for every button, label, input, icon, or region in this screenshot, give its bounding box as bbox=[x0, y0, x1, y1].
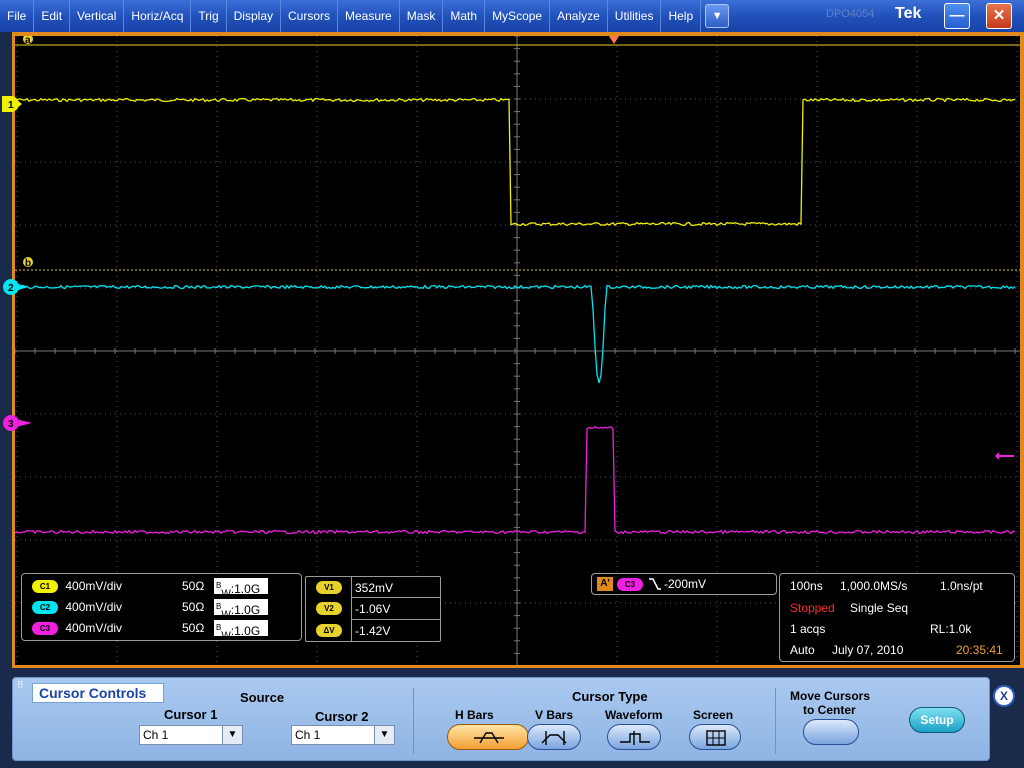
delta-v-value: -1.42V bbox=[355, 624, 391, 638]
v1-value: 352mV bbox=[355, 581, 394, 595]
menu-cursors[interactable]: Cursors bbox=[281, 0, 339, 32]
waveform-display[interactable]: a b bbox=[15, 36, 1020, 665]
h-bars-label: H Bars bbox=[455, 708, 494, 722]
model-label: DPO4054 bbox=[826, 8, 875, 20]
v-bars-icon bbox=[541, 731, 567, 745]
ch3-waveform bbox=[15, 426, 1016, 535]
waveform-cursor-button[interactable] bbox=[607, 724, 661, 750]
ch3-badge[interactable]: C3 bbox=[32, 622, 58, 636]
falling-edge-icon bbox=[649, 578, 661, 590]
menu-utilities[interactable]: Utilities bbox=[608, 0, 662, 32]
v-bars-button[interactable] bbox=[527, 724, 581, 750]
ch2-scale: 400mV/div bbox=[65, 600, 123, 614]
menu-horiz-acq[interactable]: Horiz/Acq bbox=[124, 0, 192, 32]
menu-display[interactable]: Display bbox=[227, 0, 281, 32]
v2-badge: V2 bbox=[316, 602, 342, 615]
v2-value: -1.06V bbox=[355, 602, 391, 616]
to-center-label: to Center bbox=[803, 703, 856, 717]
menu-math[interactable]: Math bbox=[443, 0, 486, 32]
screen-label: Screen bbox=[693, 708, 734, 722]
screen-grid-icon bbox=[706, 730, 726, 746]
ch3-scale: 400mV/div bbox=[65, 621, 123, 635]
menu-vertical[interactable]: Vertical bbox=[70, 0, 125, 32]
trigger-source-badge: C3 bbox=[617, 578, 643, 591]
channel-markers: 1 2 3 bbox=[2, 96, 32, 431]
minimize-icon[interactable]: — bbox=[944, 3, 970, 29]
svg-text:3: 3 bbox=[8, 419, 14, 430]
acquisition-date: July 07, 2010 bbox=[832, 643, 904, 657]
trigger-level: -200mV bbox=[664, 577, 707, 591]
chevron-down-icon: ▼ bbox=[374, 726, 394, 744]
menu-analyze[interactable]: Analyze bbox=[550, 0, 608, 32]
ch1-termination: 50Ω bbox=[182, 579, 205, 593]
ch1-badge[interactable]: C1 bbox=[32, 580, 58, 594]
graticule: a b bbox=[15, 36, 1020, 665]
trigger-level-marker bbox=[995, 452, 1014, 460]
close-icon[interactable]: ✕ bbox=[986, 3, 1012, 29]
acquisition-mode: Single Seq bbox=[850, 601, 909, 615]
menu-measure[interactable]: Measure bbox=[338, 0, 400, 32]
delta-v-badge: ΔV bbox=[316, 624, 342, 637]
cursor2-label: Cursor 2 bbox=[315, 709, 369, 724]
ch1-bandwidth: BW:1.0G bbox=[214, 578, 268, 599]
close-panel-icon[interactable]: X bbox=[993, 685, 1015, 707]
h-bars-button[interactable] bbox=[447, 724, 529, 750]
trigger-readout[interactable]: A' C3 -200mV bbox=[591, 573, 777, 595]
channel-readout[interactable]: C1 400mV/div 50Ω BW:1.0G C2 400mV/div 50… bbox=[21, 573, 302, 641]
cursor1-label: Cursor 1 bbox=[164, 707, 218, 722]
ch1-scale: 400mV/div bbox=[65, 579, 123, 593]
record-length: RL:1.0k bbox=[930, 622, 972, 636]
cursor-readout[interactable]: V1 352mV V2 -1.06V ΔV -1.42V bbox=[305, 576, 441, 642]
sample-rate: 1,000.0MS/s bbox=[840, 579, 908, 593]
ch2-bandwidth: BW:1.0G bbox=[214, 599, 268, 620]
chevron-down-icon: ▼ bbox=[222, 726, 242, 744]
acquisition-readout[interactable]: 100ns 1,000.0MS/s 1.0ns/pt Stopped Singl… bbox=[779, 573, 1015, 662]
v1-badge: V1 bbox=[316, 581, 342, 594]
panel-divider bbox=[775, 688, 776, 754]
trigger-mode: Auto bbox=[790, 643, 815, 657]
ch2-termination: 50Ω bbox=[182, 600, 205, 614]
ch3-termination: 50Ω bbox=[182, 621, 205, 635]
svg-text:1: 1 bbox=[8, 100, 14, 111]
ch2-badge[interactable]: C2 bbox=[32, 601, 58, 615]
menu-myscope[interactable]: MyScope bbox=[485, 0, 551, 32]
resolution: 1.0ns/pt bbox=[940, 579, 983, 593]
screen-cursor-button[interactable] bbox=[689, 724, 741, 750]
cursor-type-label: Cursor Type bbox=[572, 689, 648, 704]
cursor1-source-select[interactable]: Ch 1 ▼ bbox=[139, 725, 243, 745]
h-bars-icon bbox=[474, 732, 504, 744]
brand-logo: Tek bbox=[895, 5, 922, 22]
timebase: 100ns bbox=[790, 579, 823, 593]
chevron-down-icon[interactable]: ▼ bbox=[705, 4, 730, 28]
move-cursors-label: Move Cursors bbox=[790, 689, 871, 703]
menu-mask[interactable]: Mask bbox=[400, 0, 444, 32]
acquisition-count: 1 acqs bbox=[790, 622, 826, 636]
menu-help[interactable]: Help bbox=[661, 0, 702, 32]
grip-icon[interactable]: ⠿ bbox=[17, 680, 24, 691]
move-cursors-to-center-button[interactable] bbox=[803, 719, 859, 745]
ch3-bandwidth: BW:1.0G bbox=[214, 620, 268, 641]
waveform-label: Waveform bbox=[605, 708, 663, 722]
run-status: Stopped bbox=[790, 601, 835, 615]
svg-text:2: 2 bbox=[8, 283, 14, 294]
setup-button[interactable]: Setup bbox=[909, 707, 965, 733]
source-label: Source bbox=[240, 690, 285, 705]
trigger-a-badge: A' bbox=[597, 577, 613, 591]
cursor2-source-select[interactable]: Ch 1 ▼ bbox=[291, 725, 395, 745]
panel-divider bbox=[413, 688, 414, 754]
v-bars-label: V Bars bbox=[535, 708, 574, 722]
waveform-icon bbox=[620, 731, 650, 745]
menu-trig[interactable]: Trig bbox=[191, 0, 227, 32]
trigger-position-marker bbox=[609, 36, 619, 44]
acquisition-time: 20:35:41 bbox=[956, 643, 1003, 657]
cursor-controls-title: Cursor Controls bbox=[32, 683, 164, 703]
graticule-grid bbox=[15, 36, 1020, 665]
